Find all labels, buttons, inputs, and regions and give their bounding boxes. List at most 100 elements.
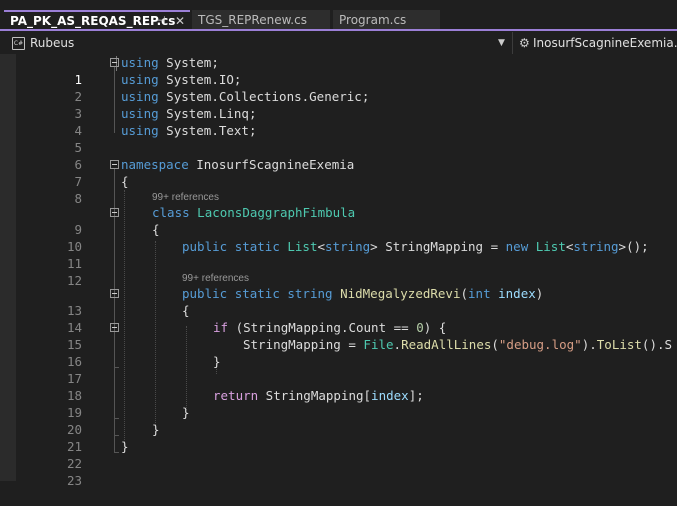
brace: } — [152, 422, 160, 437]
code-line: 10 { — [0, 221, 677, 254]
code-line: 20 } — [0, 404, 677, 437]
collapse-icon[interactable] — [110, 160, 119, 169]
brace: } — [182, 405, 190, 420]
active-tab-underline — [0, 29, 677, 31]
tab-program[interactable]: Program.cs — [333, 10, 440, 30]
code-line: 23 — [0, 455, 677, 488]
tab-tgs-reprenew[interactable]: TGS_REPRenew.cs — [192, 10, 330, 30]
keyword: string — [573, 239, 619, 254]
keyword: class — [152, 205, 190, 220]
code-text: System.Collections.Generic; — [158, 89, 370, 104]
code-text: < — [317, 239, 326, 254]
brace: } — [121, 439, 129, 454]
tab-label: TGS_REPRenew.cs — [198, 13, 307, 27]
collapse-icon[interactable] — [110, 289, 119, 298]
code-line: 8 { — [0, 173, 677, 206]
code-line: 13 public static string NidMegalyzedRevi… — [0, 285, 677, 318]
code-text: ]; — [408, 388, 424, 403]
method-name: NidMegalyzedRevi — [340, 286, 461, 301]
code-line: 3 using System.Collections.Generic; — [0, 88, 677, 121]
keyword: using — [121, 106, 159, 121]
code-text: ().S — [641, 337, 673, 352]
brace: } — [213, 354, 221, 369]
tab-pa-pk-as-reqas-rep[interactable]: PA_PK_AS_REQAS_REP.cs ⊣ ✕ — [4, 10, 190, 30]
parameter: index — [371, 388, 409, 403]
code-text: StringMapping = — [377, 239, 506, 254]
code-text: >(); — [618, 239, 649, 254]
code-line: 18 — [0, 370, 677, 403]
brace: { — [121, 174, 129, 189]
code-line: 11 public static List<string> StringMapp… — [0, 238, 677, 271]
code-line: 2 using System.IO; — [0, 71, 677, 104]
document-tab-strip: PA_PK_AS_REQAS_REP.cs ⊣ ✕ TGS_REPRenew.c… — [0, 0, 677, 31]
chevron-down-icon[interactable]: ▼ — [498, 32, 505, 54]
code-line: 4 using System.Linq; — [0, 105, 677, 138]
code-lens-references[interactable]: 99+ references — [152, 192, 219, 203]
pin-icon[interactable]: ⊣ — [156, 12, 166, 30]
code-text: System; — [158, 55, 219, 70]
type-name: List — [535, 239, 566, 254]
keyword: string — [325, 239, 371, 254]
code-text: System.Text; — [158, 123, 257, 138]
collapse-icon[interactable] — [110, 208, 119, 217]
number-literal: 0 — [416, 320, 424, 335]
tab-label: PA_PK_AS_REQAS_REP.cs — [10, 14, 176, 28]
keyword: static — [234, 286, 280, 301]
keyword: namespace — [121, 157, 189, 172]
type-dropdown[interactable]: ⚙ InosurfScagnineExemia.Lac — [512, 32, 677, 54]
code-text: InosurfScagnineExemia — [188, 157, 355, 172]
method-name: ToList — [596, 337, 642, 352]
code-text: StringMapping[ — [258, 388, 372, 403]
navigation-bar: C# Rubeus ▼ ⚙ InosurfScagnineExemia.Lac — [0, 32, 677, 55]
class-icon: ⚙ — [519, 36, 530, 50]
keyword: public — [182, 239, 228, 254]
code-text: ) { — [423, 320, 447, 335]
code-text: > — [370, 239, 378, 254]
control-keyword: return — [213, 388, 259, 403]
code-lens-references[interactable]: 99+ references — [182, 273, 249, 284]
code-line: 1 using System; — [0, 54, 677, 87]
code-line: 5 using System.Text; — [0, 122, 677, 155]
project-dropdown[interactable]: C# Rubeus ▼ — [8, 32, 510, 54]
project-label: Rubeus — [30, 36, 75, 50]
code-line: 7 namespace InosurfScagnineExemia — [0, 156, 677, 189]
code-editor[interactable]: 99+ references 99+ references 1 using Sy… — [0, 54, 677, 488]
code-text: . — [589, 337, 597, 352]
keyword: using — [121, 123, 159, 138]
type-name: File — [363, 337, 394, 352]
type-label: InosurfScagnineExemia.Lac — [533, 36, 677, 50]
code-text: (StringMapping.Count == — [228, 320, 417, 335]
code-line: 17 } — [0, 353, 677, 386]
keyword: static — [234, 239, 280, 254]
string-literal: "debug.log" — [498, 337, 582, 352]
code-text: System.IO; — [158, 72, 242, 87]
parameter: index — [498, 286, 536, 301]
code-line: 21 } — [0, 421, 677, 454]
keyword: new — [505, 239, 529, 254]
code-line: 6 — [0, 139, 677, 172]
control-keyword: if — [213, 320, 229, 335]
code-line: 19 return StringMapping[index]; — [0, 387, 677, 420]
close-icon[interactable]: ✕ — [175, 12, 185, 30]
tab-label: Program.cs — [339, 13, 407, 27]
csharp-project-icon: C# — [12, 37, 25, 50]
code-line: 16 StringMapping = File.ReadAllLines("de… — [0, 336, 677, 369]
method-name: ReadAllLines — [401, 337, 492, 352]
collapse-icon[interactable] — [110, 58, 119, 67]
code-line: 14 { — [0, 302, 677, 335]
code-text: ( — [460, 286, 469, 301]
code-line: 15 if (StringMapping.Count == 0) { — [0, 319, 677, 352]
code-text: . — [393, 337, 402, 352]
code-text: ) — [535, 286, 544, 301]
code-line: 9 class LaconsDaggraphFimbula — [0, 204, 677, 237]
code-text: ( — [491, 337, 499, 352]
brace: { — [182, 303, 190, 318]
keyword: string — [287, 286, 333, 301]
keyword: public — [182, 286, 228, 301]
collapse-icon[interactable] — [110, 323, 119, 332]
keyword: using — [121, 72, 159, 87]
code-text: StringMapping = — [243, 337, 364, 352]
keyword: using — [121, 89, 159, 104]
type-name: List — [287, 239, 318, 254]
keyword: int — [468, 286, 491, 301]
